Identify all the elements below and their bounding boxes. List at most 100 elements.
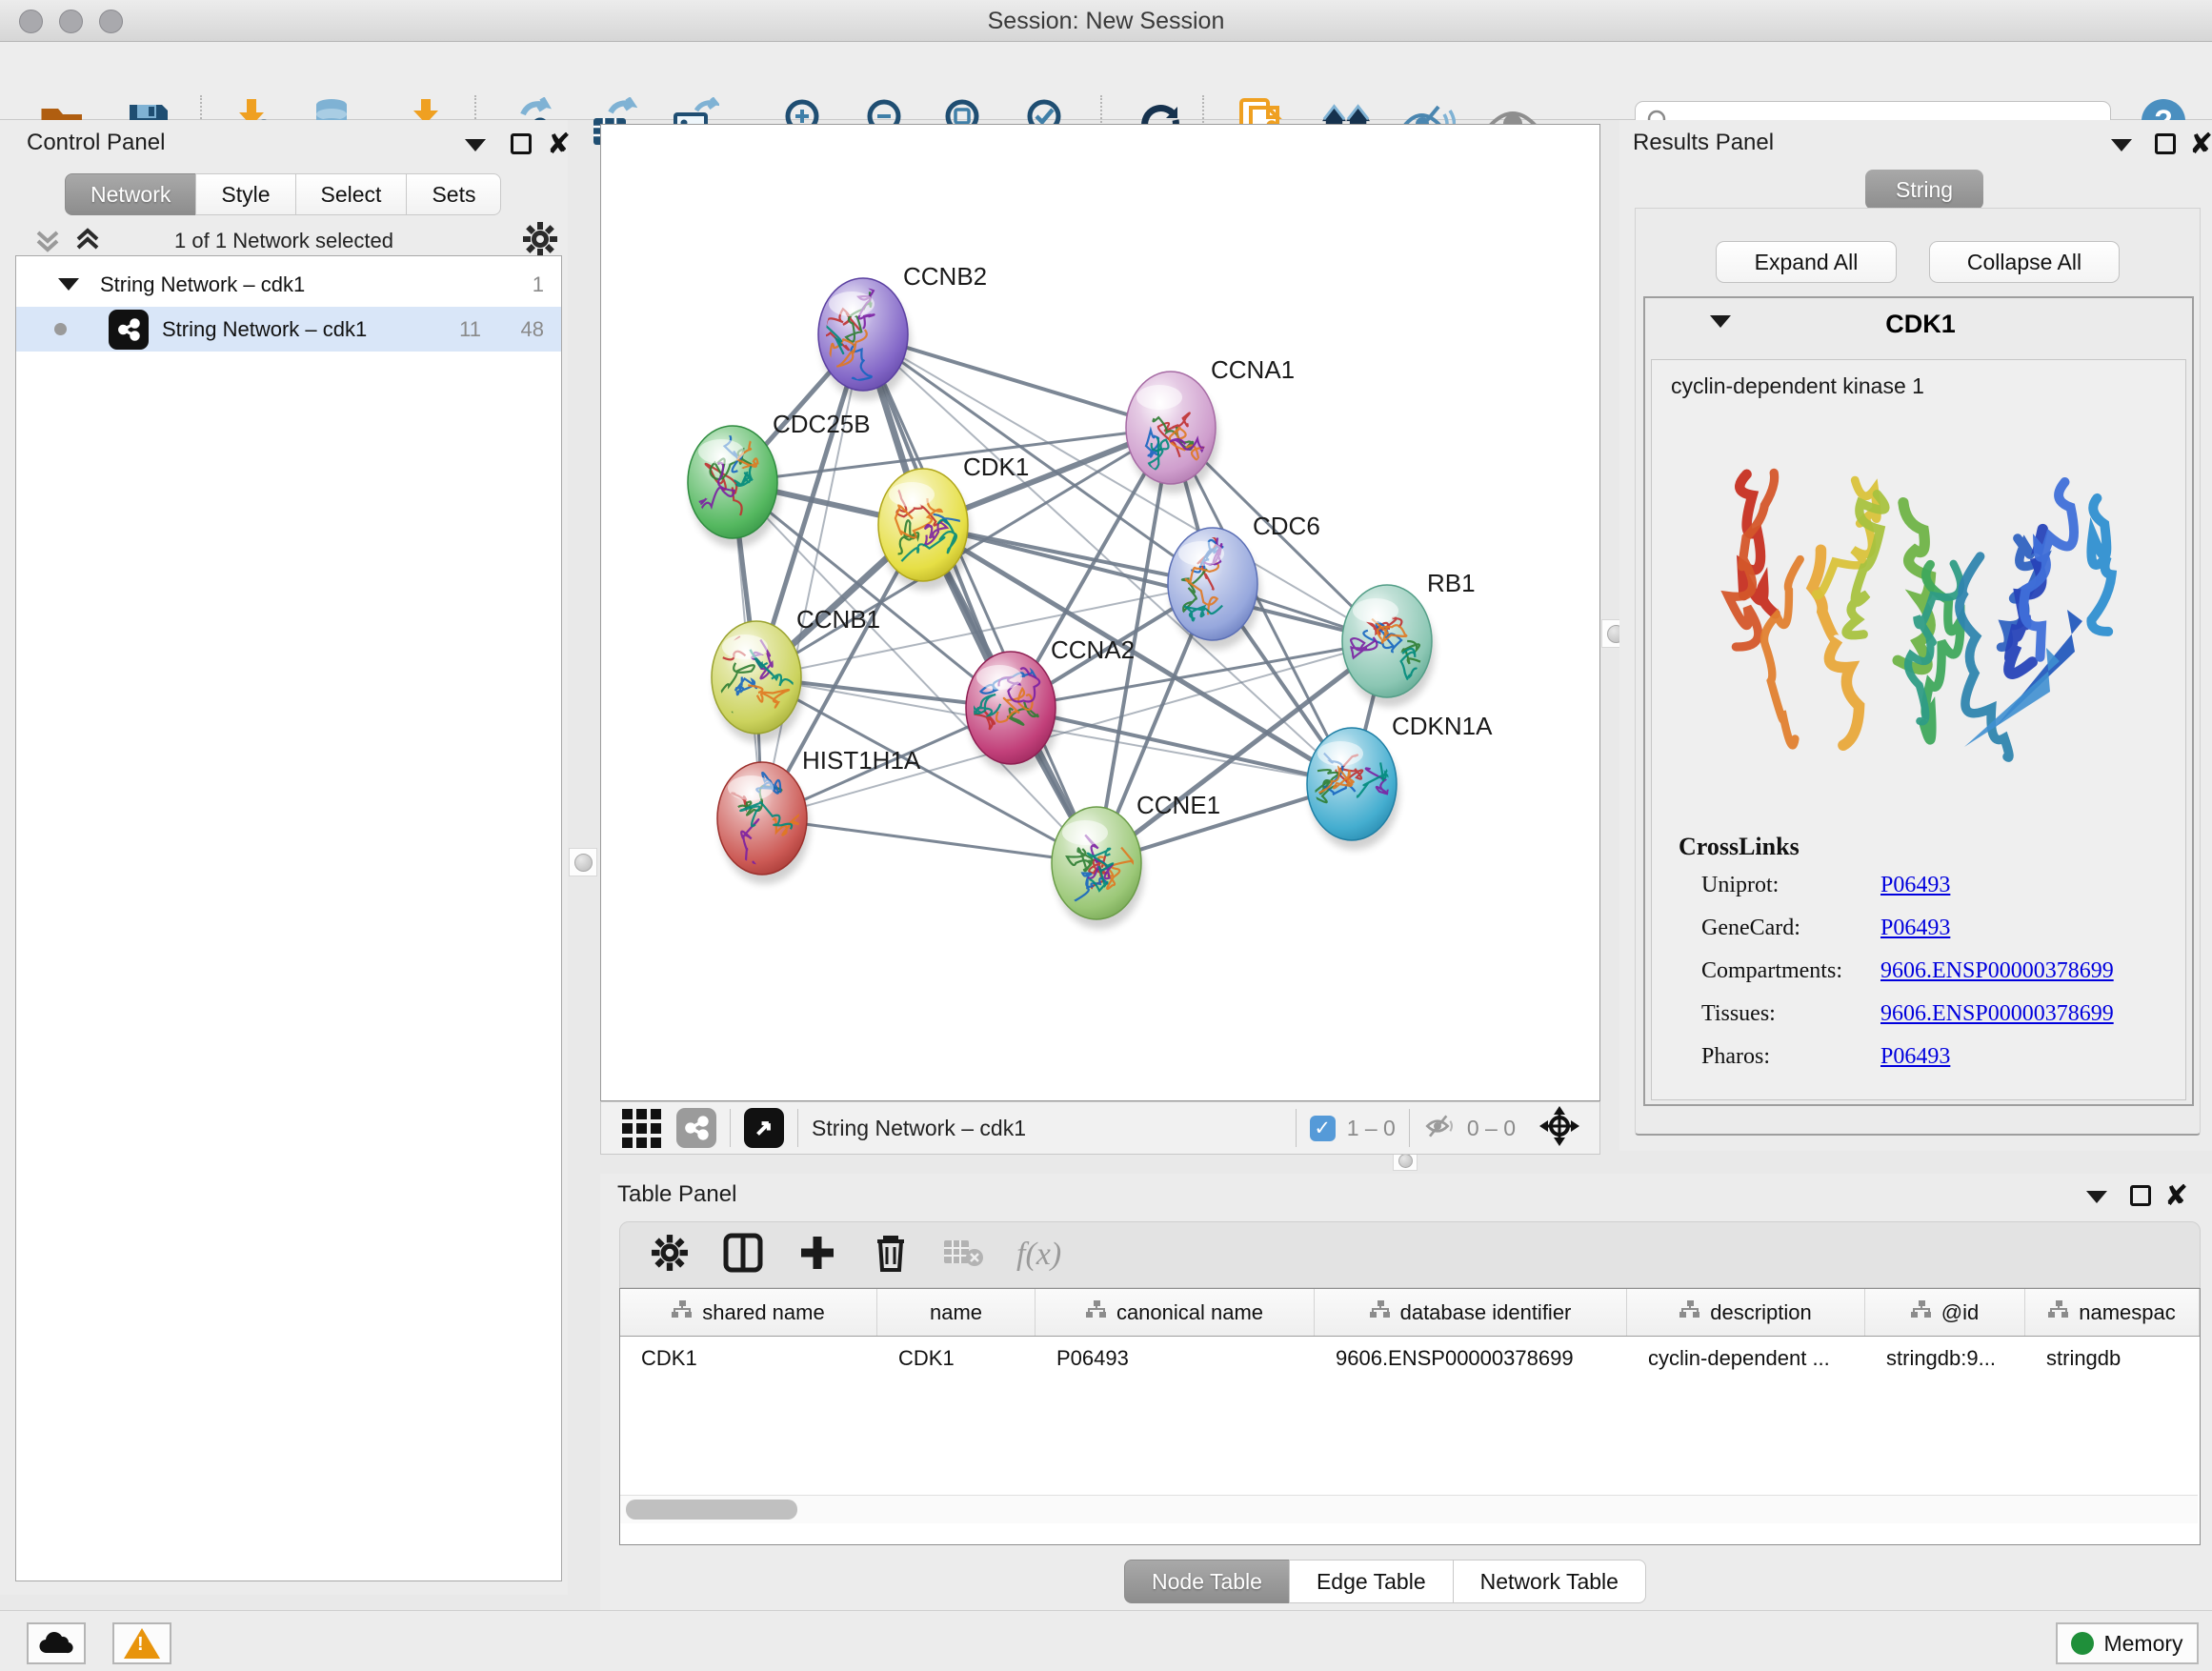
tab-edge-table[interactable]: Edge Table (1289, 1560, 1454, 1603)
crosslinks-list: Uniprot:P06493 GeneCard:P06493 Compartment… (1701, 873, 2178, 1087)
cell-shared-name[interactable]: CDK1 (620, 1337, 877, 1380)
show-columns-icon[interactable] (723, 1233, 763, 1278)
add-column-icon[interactable] (797, 1233, 837, 1278)
tab-node-table[interactable]: Node Table (1124, 1560, 1290, 1603)
panel-float-icon[interactable] (2130, 1185, 2151, 1211)
crosslink-link[interactable]: P06493 (1880, 873, 1950, 898)
tab-network[interactable]: Network (65, 173, 196, 215)
function-builder-icon[interactable]: f(x) (1016, 1237, 1061, 1273)
hidden-eye-icon[interactable] (1423, 1111, 1459, 1146)
shared-column-icon (672, 1300, 693, 1325)
tab-select[interactable]: Select (295, 173, 408, 215)
crosslink-link[interactable]: 9606.ENSP00000378699 (1880, 1001, 2114, 1027)
expand-all-button[interactable]: Expand All (1716, 241, 1897, 283)
network-view-toolbar: String Network – cdk1 ✓ 1 – 0 0 – 0 (600, 1101, 1600, 1155)
node-CCNB1[interactable]: CCNB1 (712, 605, 881, 743)
crosslink-row: GeneCard:P06493 (1701, 916, 2178, 941)
network-row[interactable]: String Network – cdk1 11 48 (16, 307, 561, 352)
cell-description[interactable]: cyclin-dependent ... (1627, 1337, 1865, 1380)
node-CCNB2[interactable]: CCNB2 (803, 262, 988, 400)
column-header-database-identifier[interactable]: database identifier (1315, 1289, 1627, 1336)
node-CDKN1A[interactable]: CDKN1A (1307, 712, 1493, 850)
panel-menu-icon[interactable] (465, 139, 486, 156)
control-panel: Control Panel ✘ NetworkStyleSelectSets 1… (0, 120, 568, 1595)
crosslink-row: Pharos:P06493 (1701, 1044, 2178, 1070)
tab-sets[interactable]: Sets (406, 173, 501, 215)
node-CDC25B[interactable]: CDC25B (688, 410, 871, 548)
control-panel-tabs: NetworkStyleSelectSets (65, 173, 500, 215)
edge-CCNA2-CDKN1A[interactable] (1011, 708, 1352, 784)
tab-network-table[interactable]: Network Table (1453, 1560, 1646, 1603)
memory-button[interactable]: Memory (2056, 1622, 2199, 1664)
network-canvas[interactable]: CCNB2CCNA1CDC25BCDK1CDC6RB1CCNB1CCNA2CDK… (600, 124, 1600, 1101)
edge-HIST1H1A-CCNE1[interactable] (762, 818, 1096, 863)
gene-description: cyclin-dependent kinase 1 (1671, 373, 1924, 399)
cell-namespac[interactable]: stringdb (2025, 1337, 2200, 1380)
column-header-namespac[interactable]: namespac (2025, 1289, 2200, 1336)
table-settings-gear-icon[interactable] (651, 1234, 689, 1277)
cloud-icon (37, 1630, 75, 1657)
panel-float-icon[interactable] (2155, 133, 2176, 159)
node-CCNE1[interactable]: CCNE1 (1052, 791, 1220, 929)
left-splitter-handle[interactable] (569, 848, 597, 876)
panel-close-icon[interactable]: ✘ (547, 128, 571, 161)
crosslink-row: Compartments:9606.ENSP00000378699 (1701, 958, 2178, 984)
column-header-canonical-name[interactable]: canonical name (1036, 1289, 1315, 1336)
network-tree: String Network – cdk1 1 String Network –… (15, 255, 562, 1581)
node-label-CCNA1: CCNA1 (1211, 355, 1295, 384)
column-header-name[interactable]: name (877, 1289, 1036, 1336)
cell-database-identifier[interactable]: 9606.ENSP00000378699 (1315, 1337, 1627, 1380)
panel-float-icon[interactable] (511, 133, 532, 159)
node-label-HIST1H1A: HIST1H1A (802, 746, 921, 775)
panel-menu-icon[interactable] (2111, 139, 2132, 156)
scrollbar-thumb[interactable] (626, 1500, 797, 1520)
crosslink-link[interactable]: 9606.ENSP00000378699 (1880, 958, 2114, 984)
toolbar-separator (730, 1109, 731, 1147)
network-share-icon[interactable] (676, 1108, 716, 1148)
crosslink-label: Pharos: (1701, 1044, 1880, 1070)
hidden-count: 0 – 0 (1467, 1116, 1516, 1141)
cloud-status-button[interactable] (27, 1622, 86, 1664)
results-panel: Results Panel ✘ String Expand All Collap… (1619, 120, 2212, 1151)
window-title: Session: New Session (0, 8, 2212, 35)
birds-eye-view-icon[interactable] (744, 1108, 784, 1148)
table-row[interactable]: CDK1CDK1P064939606.ENSP00000378699cyclin… (620, 1337, 2200, 1380)
tab-string[interactable]: String (1865, 170, 1983, 210)
shared-column-icon (1086, 1300, 1107, 1325)
panel-close-icon[interactable]: ✘ (2189, 128, 2212, 161)
table-horizontal-scrollbar[interactable] (620, 1495, 2198, 1523)
node-CCNA1[interactable]: CCNA1 (1126, 355, 1295, 493)
status-bar: Memory (0, 1610, 2212, 1671)
crosslink-row: Uniprot:P06493 (1701, 873, 2178, 898)
grid-view-icon[interactable] (622, 1109, 661, 1148)
network-edge-count: 48 (521, 317, 544, 342)
node-HIST1H1A[interactable]: HIST1H1A (699, 746, 921, 884)
selected-checkbox-icon[interactable]: ✓ (1310, 1116, 1336, 1141)
node-CDK1[interactable]: CDK1 (878, 453, 1029, 591)
results-panel-title: Results Panel (1633, 130, 1774, 156)
cell-canonical-name[interactable]: P06493 (1036, 1337, 1315, 1380)
cell--id[interactable]: stringdb:9... (1865, 1337, 2025, 1380)
collapse-all-button[interactable]: Collapse All (1929, 241, 2120, 283)
column-header-description[interactable]: description (1627, 1289, 1865, 1336)
column-header-shared-name[interactable]: shared name (620, 1289, 877, 1336)
gene-symbol: CDK1 (1645, 310, 2196, 339)
panel-menu-icon[interactable] (2086, 1191, 2107, 1208)
node-table[interactable]: shared namenamecanonical namedatabase id… (619, 1288, 2201, 1545)
network-collection-row[interactable]: String Network – cdk1 1 (16, 262, 561, 307)
cell-name[interactable]: CDK1 (877, 1337, 1036, 1380)
crosslink-link[interactable]: P06493 (1880, 1044, 1950, 1070)
delete-column-icon[interactable] (872, 1232, 910, 1278)
crosslink-link[interactable]: P06493 (1880, 916, 1950, 941)
panel-close-icon[interactable]: ✘ (2164, 1179, 2188, 1213)
node-label-CCNE1: CCNE1 (1136, 791, 1220, 819)
tab-style[interactable]: Style (195, 173, 295, 215)
pan-crosshair-icon[interactable] (1538, 1105, 1580, 1152)
warnings-button[interactable] (112, 1622, 171, 1664)
delete-table-icon[interactable] (942, 1237, 984, 1274)
tree-expand-icon[interactable] (58, 278, 79, 291)
edge-CCNB2-CCNE1[interactable] (863, 334, 1096, 863)
node-CDC6[interactable]: CDC6 (1168, 512, 1320, 650)
node-RB1[interactable]: RB1 (1342, 569, 1476, 707)
column-header--id[interactable]: @id (1865, 1289, 2025, 1336)
